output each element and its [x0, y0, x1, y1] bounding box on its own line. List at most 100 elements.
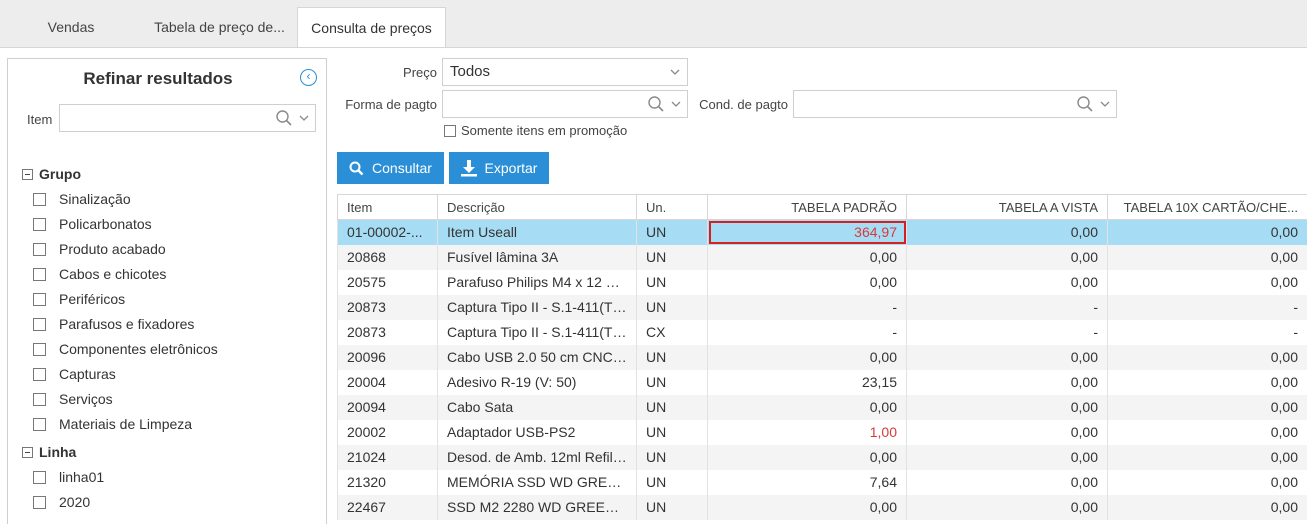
cell-vista: 0,00: [906, 444, 1108, 470]
table-row[interactable]: 22467 SSD M2 2280 WD GREEN 2... UN 0,00 0,00…: [337, 494, 1307, 520]
cell-un: UN: [636, 344, 708, 370]
checkbox[interactable]: [33, 242, 46, 256]
promo-checkbox-row[interactable]: Somente itens em promoção: [444, 123, 627, 138]
cell-vista: 0,00: [906, 494, 1108, 520]
tab-tabela-preco[interactable]: Tabela de preço de...: [142, 7, 297, 47]
cell-un: UN: [636, 394, 708, 420]
group-header-grupo[interactable]: Grupo: [22, 166, 81, 182]
filter-option[interactable]: Capturas: [33, 366, 116, 382]
checkbox[interactable]: [33, 342, 46, 356]
download-icon: [460, 159, 477, 176]
search-icon: [349, 161, 364, 175]
filter-option[interactable]: Sinalização: [33, 191, 131, 207]
checkbox[interactable]: [33, 217, 46, 231]
cell-vista: 0,00: [906, 369, 1108, 395]
filter-option[interactable]: Periféricos: [33, 291, 125, 307]
cond-pagto-label: Cond. de pagto: [699, 97, 788, 112]
forma-pagto-input[interactable]: [442, 90, 688, 118]
checkbox[interactable]: [33, 470, 46, 484]
chevron-down-icon[interactable]: [299, 114, 309, 122]
cell-vista: -: [906, 294, 1108, 320]
filter-option[interactable]: 2020: [33, 494, 90, 510]
cell-un: UN: [636, 419, 708, 445]
column-header-un[interactable]: Un.: [636, 194, 708, 220]
collapse-minus-icon[interactable]: [22, 446, 33, 458]
search-icon[interactable]: [1076, 95, 1094, 113]
filter-option[interactable]: Policarbonatos: [33, 216, 152, 232]
cell-padrao: 0,00: [707, 244, 907, 270]
cell-un: CX: [636, 319, 708, 345]
cell-cartao: 0,00: [1107, 244, 1307, 270]
filter-option[interactable]: linha01: [33, 469, 104, 485]
tab-vendas[interactable]: Vendas: [0, 7, 142, 47]
column-header-tabela-a-vista[interactable]: TABELA A VISTA: [906, 194, 1108, 220]
checkbox[interactable]: [33, 367, 46, 381]
table-row[interactable]: 20873 Captura Tipo II - S.1-411(T)... UN - -…: [337, 294, 1307, 320]
filter-option[interactable]: Componentes eletrônicos: [33, 341, 218, 357]
filter-option[interactable]: Materiais de Limpeza: [33, 416, 192, 432]
cell-vista: 0,00: [906, 419, 1108, 445]
exportar-button[interactable]: Exportar: [449, 152, 549, 184]
cell-desc: MEMÓRIA SSD WD GREEN...: [437, 469, 637, 495]
chevron-down-icon[interactable]: [670, 65, 680, 79]
chevron-down-icon[interactable]: [671, 100, 681, 108]
tab-consulta-precos[interactable]: Consulta de preços: [297, 7, 446, 47]
table-row[interactable]: 01-00002-... Item Useall UN 364,97 0,00 0,00: [337, 219, 1307, 245]
cell-item: 20004: [337, 369, 438, 395]
table-row[interactable]: 21320 MEMÓRIA SSD WD GREEN... UN 7,64 0,00 0,…: [337, 469, 1307, 495]
item-filter-input[interactable]: [59, 104, 316, 132]
cell-desc: Captura Tipo II - S.1-411(T)...: [437, 319, 637, 345]
collapse-sidebar-icon[interactable]: ‹: [300, 69, 317, 86]
filter-option[interactable]: Serviços: [33, 391, 113, 407]
checkbox[interactable]: [33, 292, 46, 306]
column-header-item[interactable]: Item: [337, 194, 438, 220]
filter-option[interactable]: Parafusos e fixadores: [33, 316, 194, 332]
search-icon[interactable]: [647, 95, 665, 113]
cell-desc: Desod. de Amb. 12ml Refil ...: [437, 444, 637, 470]
checkbox[interactable]: [33, 192, 46, 206]
group-header-linha[interactable]: Linha: [22, 444, 76, 460]
column-header-descricao[interactable]: Descrição: [437, 194, 637, 220]
cell-cartao: -: [1107, 294, 1307, 320]
filter-option[interactable]: Produto acabado: [33, 241, 166, 257]
checkbox[interactable]: [33, 317, 46, 331]
cell-padrao: 364,97: [707, 219, 907, 245]
cell-vista: 0,00: [906, 469, 1108, 495]
table-row[interactable]: 20004 Adesivo R-19 (V: 50) UN 23,15 0,00 0,00: [337, 369, 1307, 395]
cell-desc: Captura Tipo II - S.1-411(T)...: [437, 294, 637, 320]
checkbox[interactable]: [33, 392, 46, 406]
table-row[interactable]: 20096 Cabo USB 2.0 50 cm CNC T... UN 0,00 0,…: [337, 344, 1307, 370]
cell-padrao: 0,00: [707, 394, 907, 420]
collapse-minus-icon[interactable]: [22, 168, 33, 180]
preco-select[interactable]: Todos: [442, 58, 688, 86]
cell-desc: Adaptador USB-PS2: [437, 419, 637, 445]
search-icon[interactable]: [275, 109, 293, 127]
cell-item: 20575: [337, 269, 438, 295]
chevron-down-icon[interactable]: [1100, 100, 1110, 108]
cell-padrao: 0,00: [707, 269, 907, 295]
cell-vista: 0,00: [906, 269, 1108, 295]
table-row[interactable]: 20575 Parafuso Philips M4 x 12 C... UN 0,00…: [337, 269, 1307, 295]
cell-cartao: 0,00: [1107, 269, 1307, 295]
checkbox[interactable]: [33, 267, 46, 281]
cell-cartao: 0,00: [1107, 344, 1307, 370]
cell-un: UN: [636, 244, 708, 270]
checkbox[interactable]: [33, 495, 46, 509]
cell-padrao: 0,00: [707, 444, 907, 470]
table-row[interactable]: 20094 Cabo Sata UN 0,00 0,00 0,00: [337, 394, 1307, 420]
table-row[interactable]: 20868 Fusível lâmina 3A UN 0,00 0,00 0,00: [337, 244, 1307, 270]
filter-option[interactable]: Cabos e chicotes: [33, 266, 166, 282]
table-row[interactable]: 20873 Captura Tipo II - S.1-411(T)... CX - -…: [337, 319, 1307, 345]
table-row[interactable]: 21024 Desod. de Amb. 12ml Refil ... UN 0,00…: [337, 444, 1307, 470]
table-row[interactable]: 20002 Adaptador USB-PS2 UN 1,00 0,00 0,00: [337, 419, 1307, 445]
column-header-tabela-10x[interactable]: TABELA 10X CARTÃO/CHE...: [1107, 194, 1307, 220]
preco-value: Todos: [450, 63, 491, 80]
column-header-tabela-padrao[interactable]: TABELA PADRÃO: [707, 194, 907, 220]
promo-checkbox[interactable]: [444, 124, 456, 137]
cell-padrao: 7,64: [707, 469, 907, 495]
checkbox[interactable]: [33, 417, 46, 431]
cond-pagto-input[interactable]: [793, 90, 1117, 118]
cell-vista: 0,00: [906, 344, 1108, 370]
cell-padrao: 1,00: [707, 419, 907, 445]
consultar-button[interactable]: Consultar: [337, 152, 444, 184]
